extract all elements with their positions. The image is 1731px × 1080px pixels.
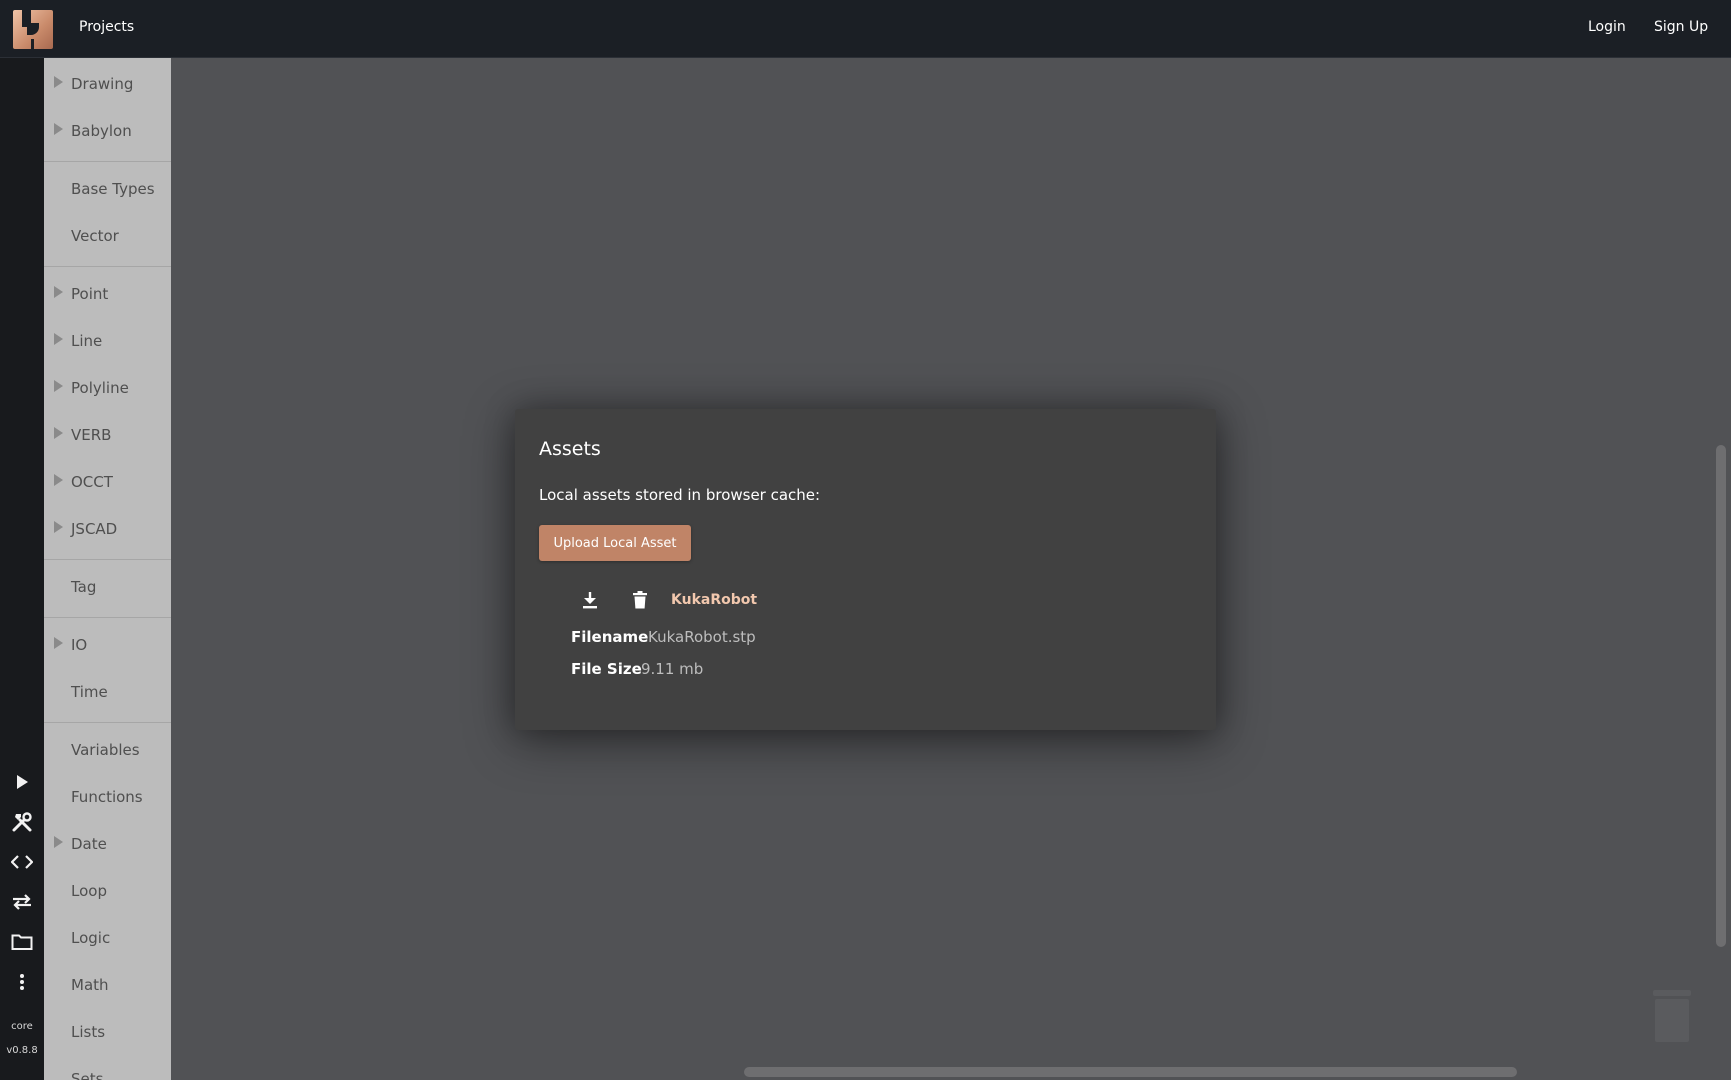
sidebar-item-math[interactable]: Math (44, 966, 171, 1006)
projects-link[interactable]: Projects (79, 19, 134, 35)
horizontal-scrollbar[interactable] (744, 1067, 1517, 1077)
sidebar-item-babylon[interactable]: Babylon (44, 112, 171, 152)
sidebar-item-lists[interactable]: Lists (44, 1013, 171, 1053)
left-toolbar: core v0.8.8 (0, 58, 44, 1080)
sidebar-item-base-types[interactable]: Base Types (44, 170, 171, 210)
filename-key: Filename (571, 628, 649, 646)
sidebar-item-drawing[interactable]: Drawing (44, 65, 171, 105)
login-link[interactable]: Login (1588, 19, 1626, 35)
expand-arrow-icon (54, 333, 63, 345)
sidebar-item-logic[interactable]: Logic (44, 919, 171, 959)
top-bar: Projects Login Sign Up (0, 0, 1731, 58)
workspace-trash-icon[interactable] (1653, 990, 1691, 1042)
core-label: core (11, 1021, 33, 1032)
expand-arrow-icon (54, 76, 63, 88)
expand-arrow-icon (54, 286, 63, 298)
filesize-value: 9.11 mb (641, 660, 704, 678)
code-icon[interactable] (10, 850, 34, 874)
sidebar-divider (44, 722, 171, 723)
play-icon[interactable] (10, 770, 34, 794)
block-category-sidebar: Drawing Babylon Base Types Vector Point … (44, 58, 171, 1080)
filename-value: KukaRobot.stp (648, 628, 756, 646)
sidebar-item-loop[interactable]: Loop (44, 872, 171, 912)
upload-local-asset-button[interactable]: Upload Local Asset (539, 525, 691, 561)
sidebar-item-variables[interactable]: Variables (44, 731, 171, 771)
sidebar-item-time[interactable]: Time (44, 673, 171, 713)
expand-arrow-icon (54, 637, 63, 649)
folder-icon[interactable] (10, 930, 34, 954)
expand-arrow-icon (54, 521, 63, 533)
vertical-scrollbar[interactable] (1716, 445, 1726, 947)
sidebar-divider (44, 266, 171, 267)
sidebar-item-io[interactable]: IO (44, 626, 171, 666)
signup-link[interactable]: Sign Up (1654, 19, 1708, 35)
sidebar-item-point[interactable]: Point (44, 275, 171, 315)
sidebar-item-date[interactable]: Date (44, 825, 171, 865)
tools-icon[interactable] (10, 810, 34, 834)
expand-arrow-icon (54, 836, 63, 848)
asset-name-link[interactable]: KukaRobot (671, 592, 757, 608)
filesize-key: File Size (571, 660, 642, 678)
expand-arrow-icon (54, 123, 63, 135)
delete-icon[interactable] (629, 589, 651, 611)
more-vertical-icon[interactable] (10, 970, 34, 994)
sidebar-item-polyline[interactable]: Polyline (44, 369, 171, 409)
sidebar-item-tag[interactable]: Tag (44, 568, 171, 608)
assets-dialog: Assets Local assets stored in browser ca… (515, 409, 1216, 730)
dialog-description: Local assets stored in browser cache: (539, 486, 821, 504)
sidebar-divider (44, 161, 171, 162)
expand-arrow-icon (54, 427, 63, 439)
sidebar-divider (44, 559, 171, 560)
sidebar-item-verb[interactable]: VERB (44, 416, 171, 456)
sidebar-item-vector[interactable]: Vector (44, 217, 171, 257)
sidebar-divider (44, 617, 171, 618)
sidebar-item-sets[interactable]: Sets (44, 1060, 171, 1080)
expand-arrow-icon (54, 380, 63, 392)
sidebar-item-line[interactable]: Line (44, 322, 171, 362)
dialog-title: Assets (539, 438, 601, 460)
sidebar-item-jscad[interactable]: JSCAD (44, 510, 171, 550)
sidebar-item-functions[interactable]: Functions (44, 778, 171, 818)
version-label: v0.8.8 (6, 1045, 38, 1056)
sidebar-item-occt[interactable]: OCCT (44, 463, 171, 503)
download-icon[interactable] (579, 589, 601, 611)
bitbybit-logo[interactable] (13, 10, 53, 49)
swap-icon[interactable] (10, 890, 34, 914)
expand-arrow-icon (54, 474, 63, 486)
